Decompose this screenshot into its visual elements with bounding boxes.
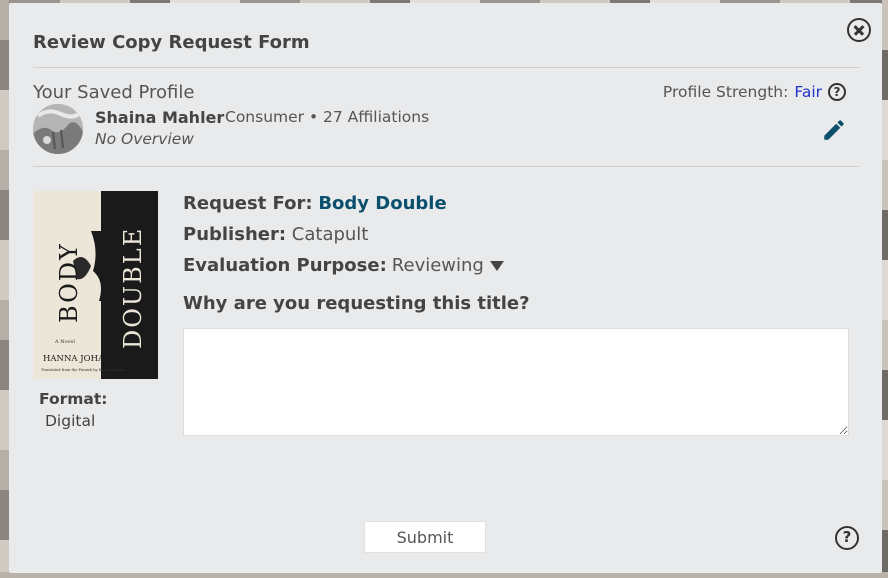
profile-strength-value: Fair [794,83,822,101]
user-name: Shaina Mahler [95,108,225,127]
background-strip [882,0,888,578]
user-overview: No Overview [95,130,194,148]
book-cover: BODY DOUBLE A Novel HANNA JOHANSSON Tran… [33,191,158,379]
profile-heading: Your Saved Profile [33,82,195,103]
profile-strength-help-icon[interactable]: ? [828,83,846,101]
request-for-label: Request For: [183,193,313,214]
profile-strength: Profile Strength: Fair ? [663,83,846,101]
publisher-row: Publisher: Catapult [183,224,368,245]
evaluation-purpose-value: Reviewing [391,255,484,276]
publisher-label: Publisher: [183,224,287,245]
publisher-value: Catapult [291,224,369,245]
profile-strength-label: Profile Strength: [662,83,789,101]
user-meta: Consumer • 27 Affiliations [225,108,430,126]
format-value: Digital [45,412,96,430]
cover-title-double: DOUBLE [119,227,147,349]
cover-title-body: BODY [55,242,83,323]
cover-author: HANNA JOHANSSON [43,354,138,364]
avatar [33,104,83,154]
review-copy-modal: Review Copy Request Form Your Saved Prof… [9,3,882,573]
background-strip [0,0,9,578]
divider [33,166,859,167]
help-icon[interactable]: ? [835,526,859,550]
modal-title: Review Copy Request Form [33,32,310,53]
request-for-row: Request For: Body Double [183,193,447,214]
format-label: Format: [39,390,108,408]
close-icon[interactable] [847,18,871,42]
evaluation-purpose-dropdown[interactable]: Evaluation Purpose: Reviewing [183,255,504,276]
request-reason-question: Why are you requesting this title? [183,293,530,314]
request-title-link[interactable]: Body Double [318,193,446,214]
evaluation-purpose-label: Evaluation Purpose: [183,255,387,276]
pencil-edit-icon[interactable] [821,117,847,143]
submit-button[interactable]: Submit [364,521,486,553]
request-reason-textarea[interactable] [183,328,849,436]
caret-down-icon [489,260,504,271]
cover-translator: Translated from the Finnish by Kira Jose… [41,368,125,372]
cover-subtitle: A Novel [54,339,75,345]
divider [33,67,859,68]
